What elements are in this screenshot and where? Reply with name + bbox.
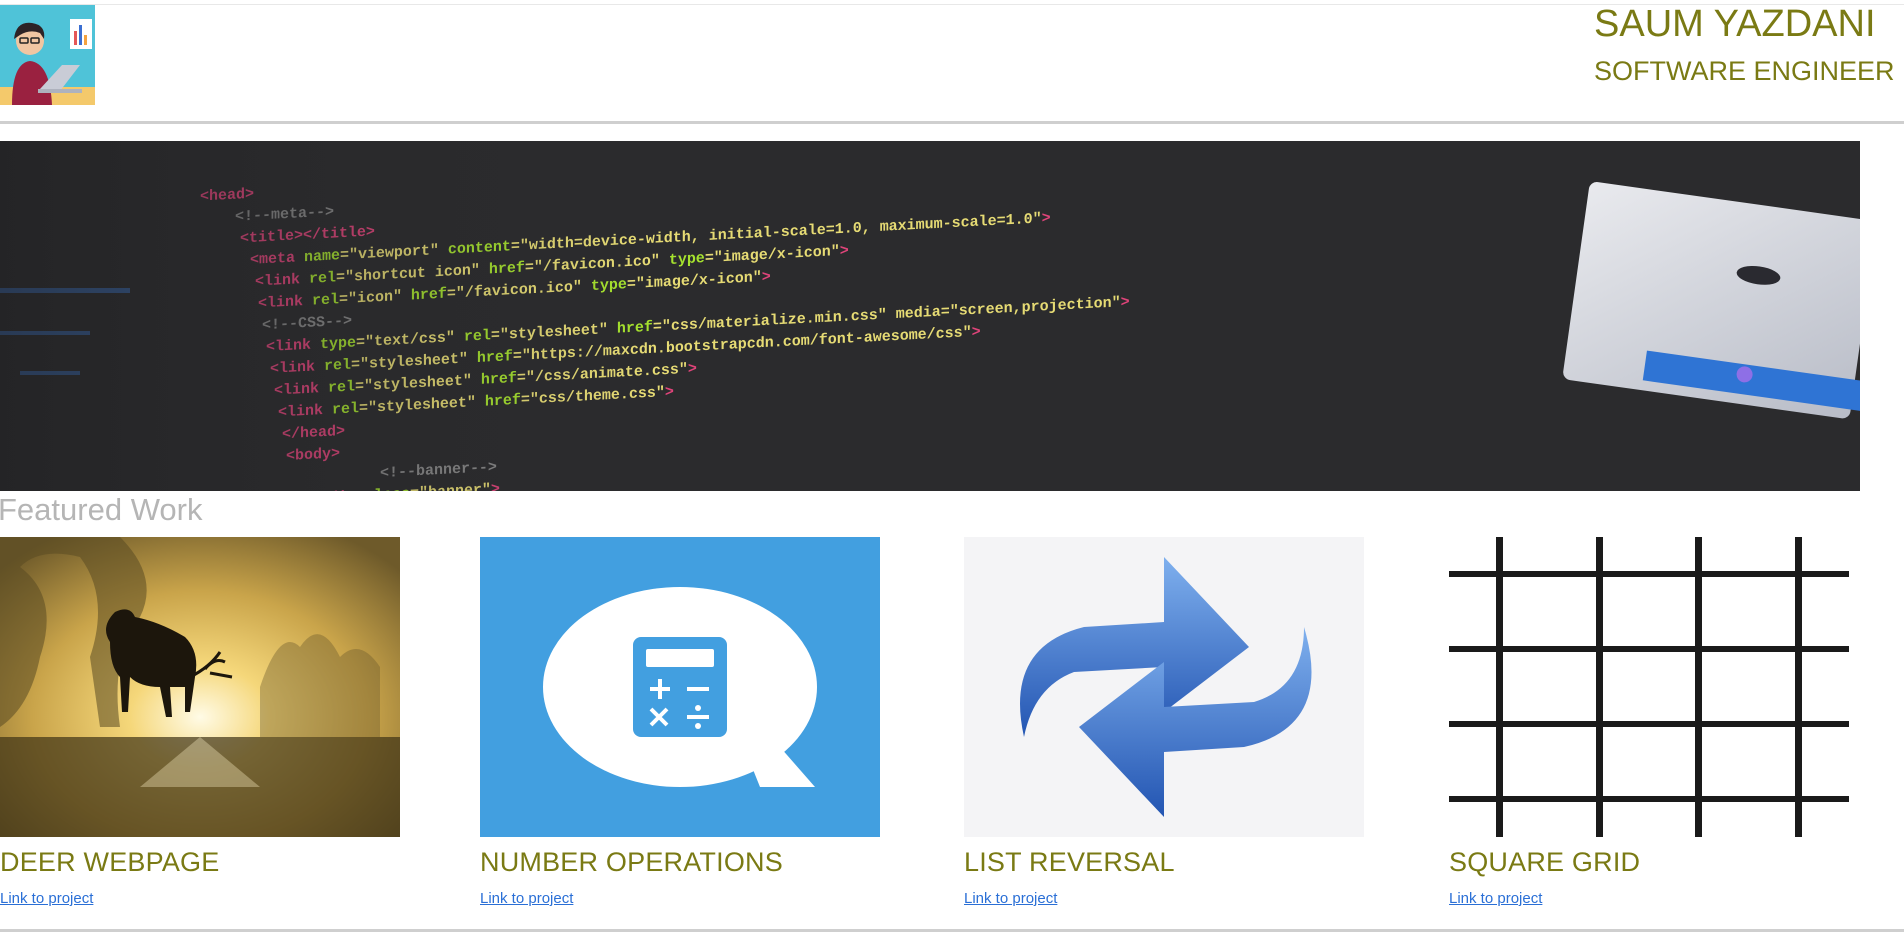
project-card-number-operations: NUMBER OPERATIONS Link to project (480, 537, 880, 908)
header-divider (0, 121, 1904, 124)
project-card-list-reversal: LIST REVERSAL Link to project (964, 537, 1364, 908)
project-link[interactable]: Link to project (964, 890, 1057, 907)
project-title: SQUARE GRID (1449, 847, 1641, 877)
site-owner-role: SOFTWARE ENGINEER (1594, 55, 1895, 86)
calculator-chat-bubble-image (480, 537, 880, 837)
header-identity: SAUM YAZDANI SOFTWARE ENGINEER (1594, 2, 1895, 87)
deer-sunset-image (0, 537, 400, 837)
hero-banner: <head> <!--meta--> <title></title> <meta… (0, 141, 1860, 491)
project-title: NUMBER OPERATIONS (480, 847, 783, 877)
project-link[interactable]: Link to project (480, 890, 573, 907)
project-title: LIST REVERSAL (964, 847, 1175, 877)
featured-work-heading: Featured Work (0, 492, 203, 527)
reverse-arrows-image (964, 537, 1364, 837)
project-title: DEER WEBPAGE (0, 847, 220, 877)
project-card-deer-webpage: DEER WEBPAGE Link to project (0, 537, 400, 908)
grid-image (1449, 537, 1849, 837)
project-card-square-grid: SQUARE GRID Link to project (1449, 537, 1849, 908)
project-link[interactable]: Link to project (1449, 890, 1542, 907)
project-link[interactable]: Link to project (0, 890, 93, 907)
site-owner-name: SAUM YAZDANI (1594, 3, 1876, 45)
footer-divider (0, 929, 1904, 932)
avatar (0, 5, 95, 105)
